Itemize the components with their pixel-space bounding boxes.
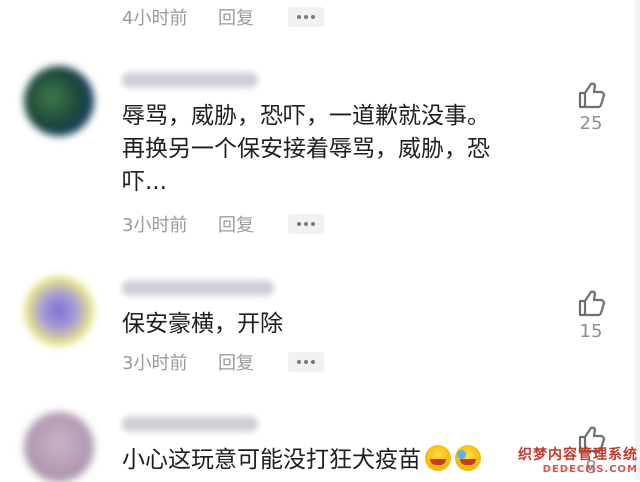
comment-line: 小心这玩意可能没打狂犬疫苗 — [122, 447, 421, 473]
username[interactable] — [122, 72, 258, 88]
comment-time: 3小时前 — [122, 353, 188, 374]
comment-meta: 3小时前 回复 — [122, 212, 324, 236]
more-icon[interactable] — [288, 352, 324, 372]
like-button[interactable]: 25 — [574, 80, 608, 134]
comment-text: 小心这玩意可能没打狂犬疫苗 — [122, 444, 481, 477]
scrollbar[interactable] — [635, 0, 640, 480]
reply-button[interactable]: 回复 — [218, 349, 288, 375]
thumbs-up-icon — [578, 82, 606, 109]
comment-time: 4小时前 — [122, 8, 188, 29]
username[interactable] — [122, 280, 274, 296]
comment-line: 保安豪横，开除 — [122, 311, 283, 337]
more-icon[interactable] — [288, 214, 324, 234]
comment-text: 辱骂，威胁，恐吓，一道歉就没事。 再换另一个保安接着辱骂，威胁，恐 吓... — [122, 100, 490, 199]
comment-time: 3小时前 — [122, 215, 188, 236]
like-count: 25 — [579, 113, 603, 134]
username[interactable] — [122, 416, 258, 432]
comment-meta: 3小时前 回复 — [122, 350, 324, 374]
comment-line: 吓... — [122, 169, 167, 195]
comment-line: 再换另一个保安接着辱骂，威胁，恐 — [122, 136, 490, 162]
watermark-url: DEDECMS.COM — [542, 463, 638, 475]
watermark: 织梦内容管理系统 DEDECMS.COM — [498, 440, 638, 478]
reply-button[interactable]: 回复 — [218, 4, 288, 30]
thumbs-up-icon — [578, 290, 606, 317]
laughing-emoji-icon — [455, 445, 481, 471]
comment-meta: 4小时前 回复 — [122, 5, 324, 29]
comment-text: 保安豪横，开除 — [122, 308, 283, 341]
comment-line: 辱骂，威胁，恐吓，一道歉就没事。 — [122, 103, 490, 129]
avatar[interactable] — [24, 412, 94, 482]
avatar[interactable] — [24, 66, 94, 136]
like-count: 15 — [579, 321, 603, 342]
reply-button[interactable]: 回复 — [218, 211, 288, 237]
avatar[interactable] — [24, 276, 94, 346]
like-button[interactable]: 15 — [574, 288, 608, 342]
more-icon[interactable] — [288, 7, 324, 27]
watermark-title: 织梦内容管理系统 — [518, 446, 638, 463]
laughing-emoji-icon — [425, 445, 451, 471]
